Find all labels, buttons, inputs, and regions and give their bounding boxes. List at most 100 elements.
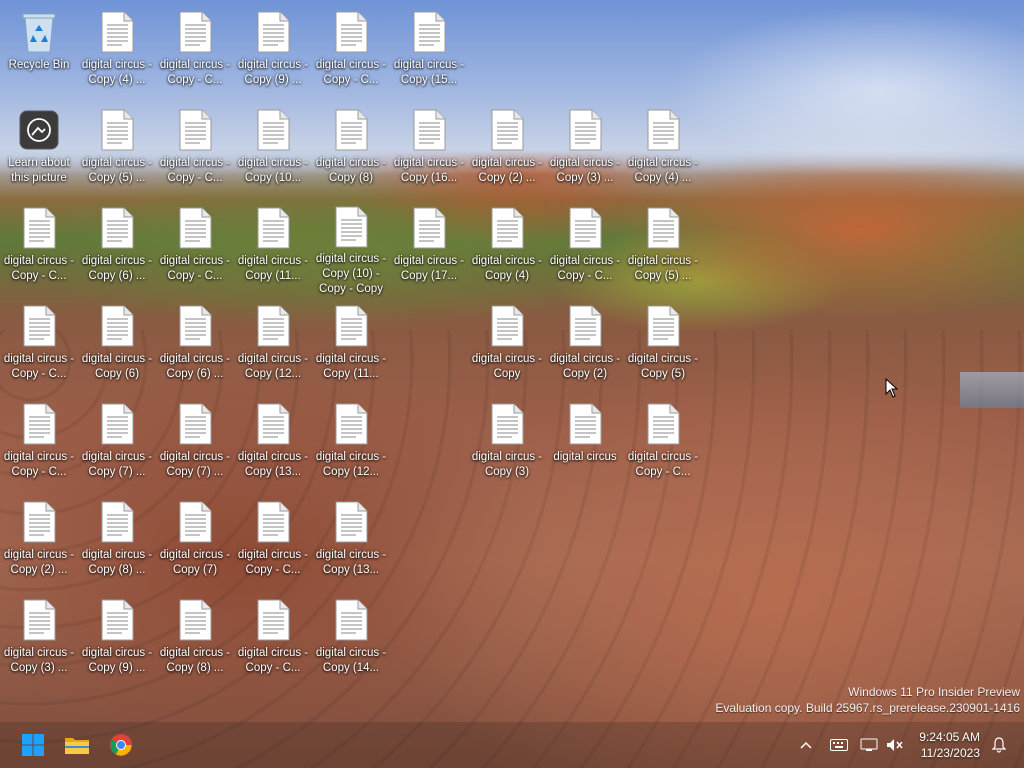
desktop-icon-label: digital circus - Copy (7) ...: [81, 451, 153, 478]
desktop-icon-label: digital circus - Copy (6) ...: [81, 255, 153, 282]
desktop-file[interactable]: digital circus - Copy (8) ...: [79, 494, 155, 590]
desktop-file[interactable]: digital circus - Copy (8): [313, 102, 389, 198]
desktop-file[interactable]: digital circus - Copy (10) - Copy - Copy: [313, 200, 389, 296]
file-icon: [19, 598, 59, 642]
desktop-file[interactable]: digital circus - Copy - C...: [157, 4, 233, 100]
notifications-button[interactable]: [988, 734, 1010, 756]
desktop-file[interactable]: digital circus - Copy (5) ...: [625, 200, 701, 296]
taskbar: 9:24:05 AM 11/23/2023: [0, 722, 1024, 768]
desktop-file[interactable]: digital circus - Copy (5) ...: [79, 102, 155, 198]
desktop-file[interactable]: digital circus - Copy (4) ...: [79, 4, 155, 100]
start-button[interactable]: [17, 729, 49, 761]
desktop-file[interactable]: digital circus - Copy (5): [625, 298, 701, 394]
desktop-icon-label: digital circus - Copy (12...: [315, 451, 387, 478]
learn-about-this-picture[interactable]: Learn about this picture: [1, 102, 77, 198]
desktop-file[interactable]: digital circus - Copy - C...: [1, 396, 77, 492]
desktop-icon-label: digital circus - Copy (15...: [393, 59, 465, 86]
file-icon: [175, 206, 215, 250]
desktop-file[interactable]: digital circus - Copy - C...: [1, 200, 77, 296]
desktop-icon-label: Learn about this picture: [8, 157, 70, 184]
file-icon: [331, 108, 371, 152]
desktop-file[interactable]: digital circus - Copy - C...: [313, 4, 389, 100]
chrome-button[interactable]: [105, 729, 137, 761]
learn-about-picture-icon: [19, 108, 59, 152]
desktop-file[interactable]: digital circus - Copy (6): [79, 298, 155, 394]
desktop-file[interactable]: digital circus - Copy (8) ...: [157, 592, 233, 688]
desktop-file[interactable]: digital circus - Copy (14...: [313, 592, 389, 688]
file-explorer-button[interactable]: [61, 729, 93, 761]
desktop-file[interactable]: digital circus - Copy - C...: [1, 298, 77, 394]
desktop-file[interactable]: digital circus - Copy (13...: [313, 494, 389, 590]
desktop-file[interactable]: digital circus - Copy (2) ...: [1, 494, 77, 590]
volume-muted-icon: [887, 739, 903, 751]
desktop-file[interactable]: digital circus - Copy (4) ...: [625, 102, 701, 198]
desktop-icon-label: digital circus - Copy (5) ...: [81, 157, 153, 184]
file-icon: [175, 108, 215, 152]
desktop-file[interactable]: digital circus - Copy (16...: [391, 102, 467, 198]
windows-logo-icon: [22, 734, 44, 756]
desktop-icon-label: digital circus - Copy (10...: [237, 157, 309, 184]
desktop-file[interactable]: digital circus - Copy (2) ...: [469, 102, 545, 198]
desktop-file[interactable]: digital circus - Copy (3) ...: [547, 102, 623, 198]
desktop-file[interactable]: digital circus - Copy (7) ...: [79, 396, 155, 492]
recycle-bin-icon: [19, 10, 59, 54]
desktop-file[interactable]: digital circus - Copy: [469, 298, 545, 394]
desktop-icon-label: digital circus - Copy (4) ...: [81, 59, 153, 86]
desktop[interactable]: Recycle Bin digital circus - Copy (4) ...…: [0, 0, 1024, 768]
desktop-file[interactable]: digital circus - Copy (13...: [235, 396, 311, 492]
desktop-file[interactable]: digital circus - Copy (3): [469, 396, 545, 492]
desktop-file[interactable]: digital circus - Copy - C...: [625, 396, 701, 492]
desktop-file[interactable]: digital circus - Copy (17...: [391, 200, 467, 296]
file-icon: [331, 10, 371, 54]
bell-icon: [992, 737, 1006, 753]
file-icon: [253, 304, 293, 348]
desktop-icon-label: digital circus - Copy - C...: [237, 647, 309, 674]
folder-icon: [65, 738, 89, 754]
input-indicator[interactable]: [828, 734, 850, 756]
desktop-icon-label: digital circus - Copy - C...: [159, 255, 231, 282]
desktop-file[interactable]: digital circus - Copy - C...: [157, 102, 233, 198]
desktop-file[interactable]: digital circus - Copy (12...: [235, 298, 311, 394]
desktop-icon-label: digital circus - Copy (17...: [393, 255, 465, 282]
file-icon: [253, 500, 293, 544]
desktop-file[interactable]: digital circus - Copy (15...: [391, 4, 467, 100]
desktop-file[interactable]: digital circus - Copy (9) ...: [79, 592, 155, 688]
desktop-file[interactable]: digital circus - Copy (10...: [235, 102, 311, 198]
desktop-file[interactable]: digital circus - Copy (7): [157, 494, 233, 590]
file-icon: [97, 402, 137, 446]
desktop-file[interactable]: digital circus - Copy - C...: [547, 200, 623, 296]
show-hidden-icons-button[interactable]: [796, 734, 816, 756]
desktop-file[interactable]: digital circus - Copy (4): [469, 200, 545, 296]
wallpaper-sea: [960, 372, 1024, 408]
clock-button[interactable]: 9:24:05 AM 11/23/2023: [919, 729, 980, 761]
desktop-file[interactable]: digital circus - Copy (9) ...: [235, 4, 311, 100]
desktop-icon-label: digital circus - Copy (10) - Copy - Copy: [315, 253, 387, 295]
desktop-file[interactable]: digital circus - Copy - C...: [235, 592, 311, 688]
desktop-icon-label: digital circus - Copy - C...: [627, 451, 699, 478]
file-icon: [565, 108, 605, 152]
desktop-file[interactable]: digital circus: [547, 396, 623, 492]
recycle-bin[interactable]: Recycle Bin: [1, 4, 77, 100]
volume-button[interactable]: [884, 734, 906, 756]
desktop-file[interactable]: digital circus - Copy - C...: [235, 494, 311, 590]
file-icon: [97, 304, 137, 348]
desktop-file[interactable]: digital circus - Copy (6) ...: [157, 298, 233, 394]
file-icon: [331, 402, 371, 446]
desktop-file[interactable]: digital circus - Copy (11...: [313, 298, 389, 394]
desktop-file[interactable]: digital circus - Copy - C...: [157, 200, 233, 296]
desktop-file[interactable]: digital circus - Copy (12...: [313, 396, 389, 492]
desktop-file[interactable]: digital circus - Copy (3) ...: [1, 592, 77, 688]
desktop-file[interactable]: digital circus - Copy (11...: [235, 200, 311, 296]
desktop-icon-label: digital circus - Copy - C...: [159, 59, 231, 86]
desktop-icon-label: digital circus - Copy (2): [549, 353, 621, 380]
file-icon: [97, 108, 137, 152]
desktop-icon-label: Recycle Bin: [8, 59, 70, 71]
file-icon: [253, 402, 293, 446]
desktop-file[interactable]: digital circus - Copy (6) ...: [79, 200, 155, 296]
file-icon: [331, 304, 371, 348]
desktop-file[interactable]: digital circus - Copy (2): [547, 298, 623, 394]
desktop-icon-label: digital circus - Copy (4) ...: [627, 157, 699, 184]
desktop-file[interactable]: digital circus - Copy (7) ...: [157, 396, 233, 492]
network-button[interactable]: [858, 734, 880, 756]
file-icon: [565, 206, 605, 250]
